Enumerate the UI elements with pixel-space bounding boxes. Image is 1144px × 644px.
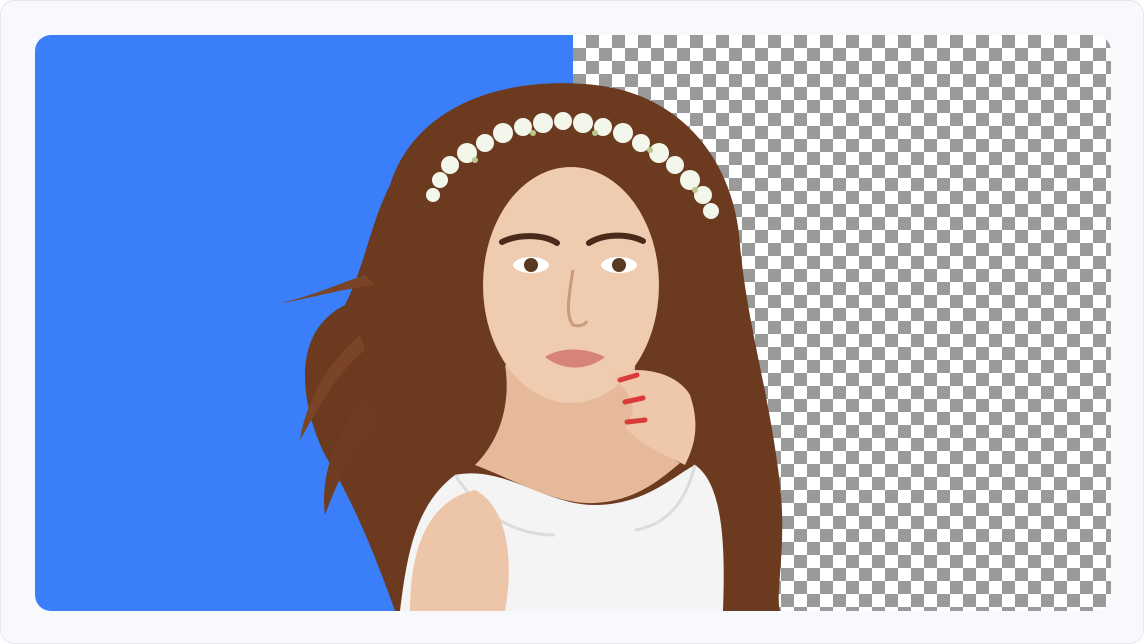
portrait-cutout-image [280,83,783,611]
comparison-canvas [35,35,1111,611]
preview-frame [0,0,1144,644]
